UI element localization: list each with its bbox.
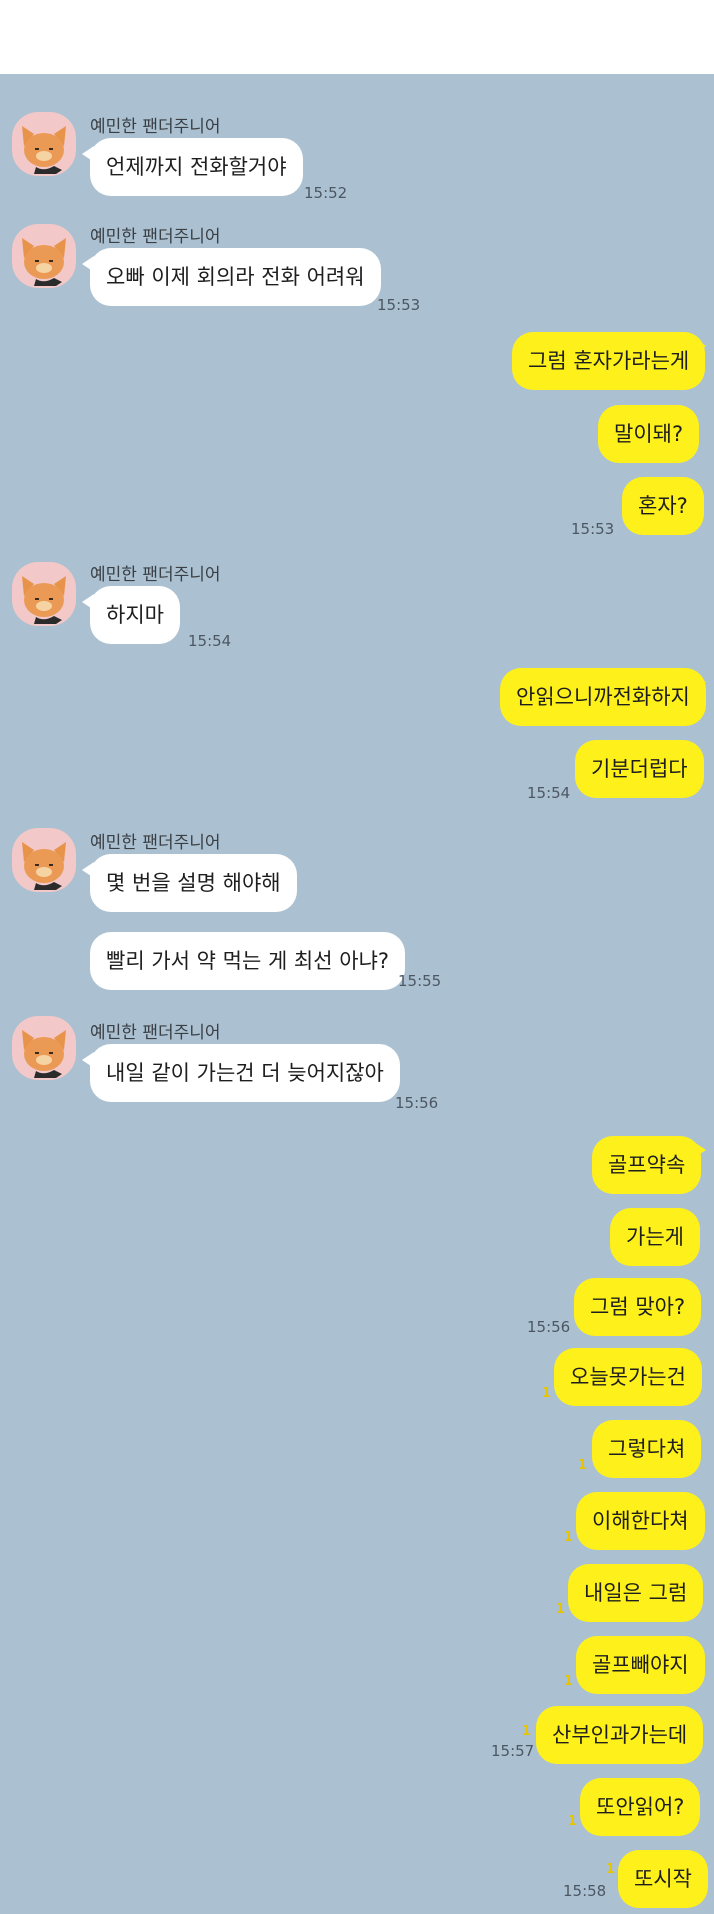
message-bubble-outgoing[interactable]: 골프빼야지 [576, 1636, 705, 1694]
message-bubble-outgoing[interactable]: 기분더럽다 [575, 740, 704, 798]
message-time: 15:54 [527, 784, 571, 802]
sender-name: 예민한 팬더주니어 [90, 227, 221, 247]
message-bubble-outgoing[interactable]: 산부인과가는데 [536, 1706, 704, 1764]
message-bubble-incoming[interactable]: 몇 번을 설명 해야해 [90, 854, 297, 912]
message-time: 15:58 [563, 1882, 607, 1900]
message-bubble-outgoing[interactable]: 가는게 [610, 1208, 700, 1266]
message-bubble-incoming[interactable]: 하지마 [90, 586, 180, 644]
top-bar [0, 0, 714, 74]
message-time: 15:57 [491, 1742, 535, 1760]
message-bubble-outgoing[interactable]: 내일은 그럼 [568, 1564, 704, 1622]
unread-count: 1 [542, 1386, 552, 1401]
fox-character-icon [22, 238, 66, 286]
unread-count: 1 [522, 1724, 532, 1739]
unread-count: 1 [606, 1862, 616, 1877]
message-bubble-outgoing[interactable]: 혼자? [622, 477, 704, 535]
message-time: 15:56 [395, 1094, 439, 1112]
message-bubble-incoming[interactable]: 빨리 가서 약 먹는 게 최선 아냐? [90, 932, 406, 990]
sender-name: 예민한 팬더주니어 [90, 833, 221, 853]
message-bubble-outgoing[interactable]: 그럼 혼자가라는게 [512, 332, 706, 390]
message-time: 15:52 [304, 184, 348, 202]
unread-count: 1 [556, 1602, 566, 1617]
avatar[interactable] [12, 1016, 76, 1080]
message-bubble-outgoing[interactable]: 그럼 맞아? [574, 1278, 702, 1336]
message-bubble-outgoing[interactable]: 또안읽어? [580, 1778, 701, 1836]
avatar[interactable] [12, 562, 76, 626]
fox-character-icon [22, 126, 66, 174]
message-bubble-outgoing[interactable]: 말이돼? [598, 405, 700, 463]
message-bubble-outgoing[interactable]: 골프약속 [592, 1136, 702, 1194]
unread-count: 1 [564, 1674, 574, 1689]
message-bubble-outgoing[interactable]: 안읽으니까전화하지 [500, 668, 706, 726]
message-time: 15:53 [377, 296, 421, 314]
message-time: 15:53 [571, 520, 615, 538]
message-bubble-outgoing[interactable]: 오늘못가는건 [554, 1348, 702, 1406]
unread-count: 1 [568, 1814, 578, 1829]
sender-name: 예민한 팬더주니어 [90, 565, 221, 585]
message-bubble-incoming[interactable]: 오빠 이제 회의라 전화 어려워 [90, 248, 381, 306]
avatar[interactable] [12, 828, 76, 892]
sender-name: 예민한 팬더주니어 [90, 117, 221, 137]
message-bubble-outgoing[interactable]: 그렇다쳐 [592, 1420, 702, 1478]
message-bubble-incoming[interactable]: 내일 같이 가는건 더 늦어지잖아 [90, 1044, 400, 1102]
message-bubble-incoming[interactable]: 언제까지 전화할거야 [90, 138, 303, 196]
fox-character-icon [22, 842, 66, 890]
fox-character-icon [22, 1030, 66, 1078]
unread-count: 1 [564, 1530, 574, 1545]
avatar[interactable] [12, 112, 76, 176]
message-time: 15:55 [398, 972, 442, 990]
message-time: 15:56 [527, 1318, 571, 1336]
message-time: 15:54 [188, 632, 232, 650]
chat-area[interactable]: 예민한 팬더주니어 언제까지 전화할거야 15:52 예민한 팬더주니어 오빠 … [0, 74, 714, 1914]
unread-count: 1 [578, 1458, 588, 1473]
sender-name: 예민한 팬더주니어 [90, 1023, 221, 1043]
message-bubble-outgoing[interactable]: 이해한다쳐 [576, 1492, 705, 1550]
fox-character-icon [22, 576, 66, 624]
avatar[interactable] [12, 224, 76, 288]
message-bubble-outgoing[interactable]: 또시작 [618, 1850, 708, 1908]
